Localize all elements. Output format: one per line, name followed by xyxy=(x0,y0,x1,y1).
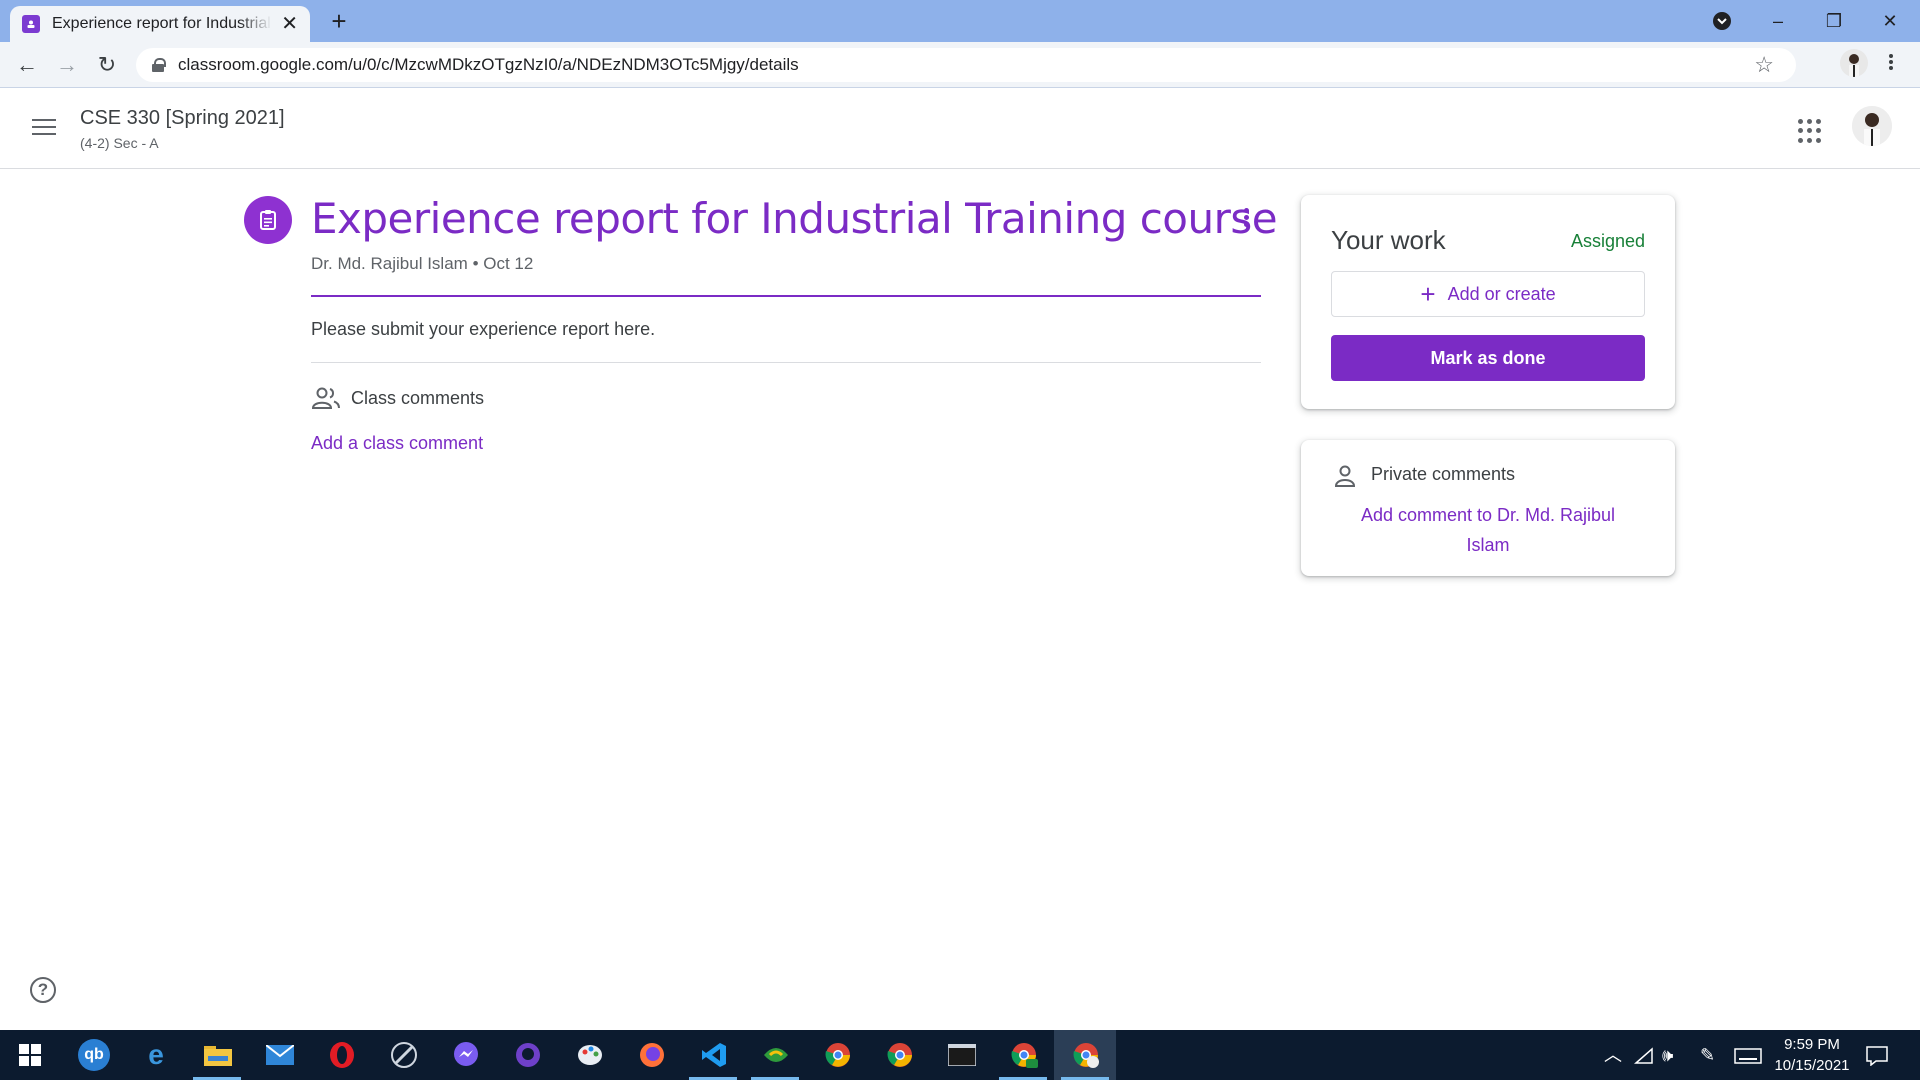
terminal-icon[interactable] xyxy=(946,1039,978,1071)
browser-profile-avatar[interactable] xyxy=(1840,49,1868,77)
tab-close-icon[interactable]: ✕ xyxy=(281,14,298,34)
meta-separator: • xyxy=(472,254,479,273)
assignment-author: Dr. Md. Rajibul Islam xyxy=(311,254,468,273)
assignment-icon xyxy=(244,196,292,244)
chrome-icon[interactable] xyxy=(884,1039,916,1071)
show-hidden-icons-icon[interactable]: ︿ xyxy=(1604,1030,1622,1080)
classroom-favicon-icon xyxy=(22,15,40,33)
url-text: classroom.google.com/u/0/c/MzcwMDkzOTgzN… xyxy=(178,55,799,74)
plus-icon: + xyxy=(1420,279,1436,309)
quickbooks-icon[interactable]: qb xyxy=(78,1039,110,1071)
your-work-title: Your work xyxy=(1331,225,1446,255)
close-window-icon[interactable]: ✕ xyxy=(1870,6,1910,36)
main-menu-icon[interactable] xyxy=(32,119,56,137)
private-comments-label: Private comments xyxy=(1371,464,1516,484)
course-section: (4-2) Sec - A xyxy=(80,135,159,151)
pen-workspace-icon[interactable]: ✎ xyxy=(1700,1030,1715,1080)
codeblocks-icon[interactable] xyxy=(760,1039,792,1071)
help-icon[interactable]: ? xyxy=(30,977,56,1003)
notifications-icon[interactable] xyxy=(1866,1030,1888,1080)
address-bar[interactable]: classroom.google.com/u/0/c/MzcwMDkzOTgzN… xyxy=(136,48,1796,82)
title-divider xyxy=(311,295,1261,297)
forward-icon[interactable]: → xyxy=(52,50,82,80)
browser-tab[interactable]: Experience report for Industrial Trainin… xyxy=(10,6,310,42)
tab-title: Experience report for Industrial Trainin… xyxy=(52,15,272,32)
opera-icon[interactable] xyxy=(326,1039,358,1071)
browser-menu-icon[interactable] xyxy=(1886,52,1896,76)
back-icon[interactable]: ← xyxy=(12,50,42,80)
add-or-create-label: Add or create xyxy=(1447,283,1556,304)
clock-time: 9:59 PM xyxy=(1784,1036,1840,1053)
lock-icon[interactable] xyxy=(152,58,166,72)
assignment-instructions: Please submit your experience report her… xyxy=(311,319,656,339)
mail-icon[interactable] xyxy=(264,1039,296,1071)
chrome-active-icon[interactable] xyxy=(1070,1039,1102,1071)
person-icon xyxy=(1333,464,1357,488)
add-private-comment-line1[interactable]: Add comment to Dr. Md. Rajibul xyxy=(1331,500,1645,530)
browser-tab-strip: Experience report for Industrial Trainin… xyxy=(0,0,1920,42)
keyboard-icon[interactable] xyxy=(1734,1030,1762,1080)
volume-icon[interactable]: 🕪 xyxy=(1662,1030,1673,1080)
vscode-icon[interactable] xyxy=(698,1039,730,1071)
private-comments-card: Private comments Add comment to Dr. Md. … xyxy=(1301,440,1675,576)
github-desktop-icon[interactable] xyxy=(512,1039,544,1071)
messenger-icon[interactable] xyxy=(450,1039,482,1071)
start-icon[interactable] xyxy=(14,1039,46,1071)
course-title[interactable]: CSE 330 [Spring 2021] xyxy=(80,107,285,130)
new-tab-icon[interactable]: + xyxy=(324,6,354,36)
people-icon xyxy=(311,386,341,410)
restore-icon[interactable]: ❐ xyxy=(1814,6,1854,36)
system-clock[interactable]: 9:59 PM 10/15/2021 xyxy=(1764,1034,1860,1076)
tab-search-icon[interactable] xyxy=(1702,6,1742,36)
classroom-header: CSE 330 [Spring 2021] (4-2) Sec - A xyxy=(0,89,1920,169)
google-apps-icon[interactable] xyxy=(1798,119,1822,143)
add-private-comment-line2[interactable]: Islam xyxy=(1331,530,1645,560)
file-explorer-icon[interactable] xyxy=(202,1039,234,1071)
windows-taskbar: qb e ︿ 🕪 ✎ 9:59 PM 10/15/2021 xyxy=(0,1030,1920,1080)
add-private-comment-link[interactable]: Add comment to Dr. Md. Rajibul Islam xyxy=(1331,500,1645,560)
satellite-app-icon[interactable] xyxy=(388,1039,420,1071)
browser-toolbar: ← → ↻ classroom.google.com/u/0/c/MzcwMDk… xyxy=(0,42,1920,88)
paint-icon[interactable] xyxy=(574,1039,606,1071)
chrome-profile-icon[interactable] xyxy=(822,1039,854,1071)
assignment-meta: Dr. Md. Rajibul Islam • Oct 12 xyxy=(311,254,533,274)
assignment-title: Experience report for Industrial Trainin… xyxy=(311,194,1278,243)
minimize-icon[interactable]: – xyxy=(1758,6,1798,36)
content-divider xyxy=(311,362,1261,363)
more-options-icon[interactable] xyxy=(1240,206,1252,234)
clock-date: 10/15/2021 xyxy=(1774,1057,1850,1074)
bookmark-star-icon[interactable]: ☆ xyxy=(1754,52,1774,78)
add-or-create-button[interactable]: + Add or create xyxy=(1331,271,1645,317)
reload-icon[interactable]: ↻ xyxy=(92,50,122,80)
network-icon[interactable] xyxy=(1634,1030,1654,1080)
status-badge: Assigned xyxy=(1570,231,1645,251)
your-work-card: Your work Assigned + Add or create Mark … xyxy=(1301,195,1675,409)
chrome-ek-icon[interactable] xyxy=(1008,1039,1040,1071)
account-avatar[interactable] xyxy=(1852,106,1892,146)
add-class-comment-link[interactable]: Add a class comment xyxy=(311,433,483,454)
mark-as-done-button[interactable]: Mark as done xyxy=(1331,335,1645,381)
assignment-date: Oct 12 xyxy=(483,254,534,273)
firefox-icon[interactable] xyxy=(636,1039,668,1071)
class-comments-label: Class comments xyxy=(351,388,485,408)
edge-icon[interactable]: e xyxy=(140,1039,172,1071)
